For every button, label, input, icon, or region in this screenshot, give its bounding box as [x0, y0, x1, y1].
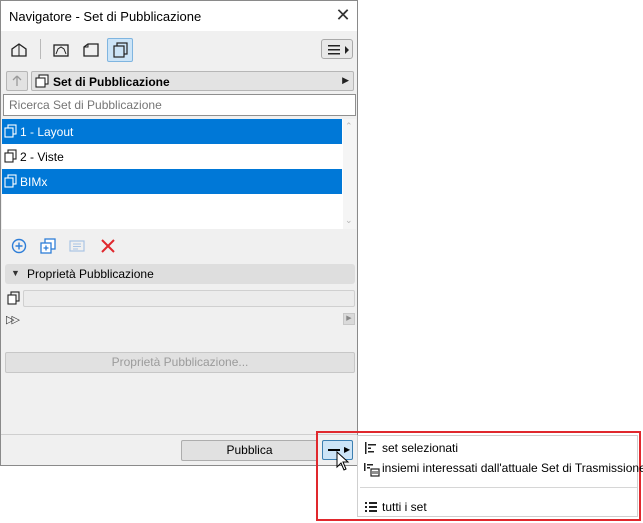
- publish-scope-menu: set selezionati insiemi interessati dall…: [357, 435, 643, 517]
- publisher-set-icon: [4, 149, 17, 163]
- fast-forward-icon: ▷▷: [6, 314, 20, 326]
- list-item-label: 1 - Layout: [20, 125, 74, 139]
- properties-icon: [69, 238, 87, 256]
- layout-book-icon[interactable]: [77, 38, 103, 62]
- publisher-set-icon: [4, 174, 17, 188]
- menu-separator: [360, 487, 637, 488]
- mouse-cursor-icon: [336, 451, 350, 471]
- list-item-label: BIMx: [20, 175, 48, 189]
- publisher-sets-list: 1 - Layout 2 - Viste BIMx ⌃ ⌄: [2, 119, 356, 229]
- properties-section-title: Proprietà Pubblicazione: [27, 267, 154, 281]
- set-name-field[interactable]: [23, 290, 355, 307]
- delete-icon[interactable]: [100, 238, 118, 256]
- all-sets-icon: [365, 502, 377, 512]
- menu-item-label: tutti i set: [382, 500, 427, 514]
- list-item-label: 2 - Viste: [20, 150, 64, 164]
- mode-dropdown[interactable]: Set di Pubblicazione ▶: [31, 71, 354, 91]
- view-map-icon[interactable]: [47, 38, 73, 62]
- hamburger-menu-icon: [328, 45, 349, 55]
- publishing-properties-button[interactable]: Proprietà Pubblicazione...: [5, 352, 355, 373]
- scroll-down-icon[interactable]: ⌄: [345, 215, 353, 226]
- toolbar-separator: [40, 39, 41, 59]
- transmission-sets-icon: [364, 463, 380, 477]
- list-scrollbar[interactable]: ⌃ ⌄: [343, 119, 356, 229]
- arrow-up-icon: [12, 75, 22, 86]
- menu-item-transmission-sets[interactable]: insiemi interessati dall'attuale Set di …: [362, 458, 643, 478]
- mode-label: Set di Pubblicazione: [53, 75, 170, 89]
- menu-item-label: insiemi interessati dall'attuale Set di …: [382, 461, 643, 475]
- scroll-up-icon[interactable]: ⌃: [345, 121, 353, 132]
- window-title: Navigatore - Set di Pubblicazione: [9, 9, 202, 24]
- collapse-arrow-icon[interactable]: ▼: [11, 268, 20, 278]
- add-icon[interactable]: [11, 238, 29, 256]
- search-input[interactable]: [3, 94, 356, 116]
- scroll-right-icon[interactable]: ▶: [343, 313, 355, 325]
- list-item[interactable]: 1 - Layout: [2, 119, 342, 144]
- list-item[interactable]: BIMx: [2, 169, 342, 194]
- list-item[interactable]: 2 - Viste: [2, 144, 342, 169]
- navigator-window: Navigatore - Set di Pubblicazione ✕ Set …: [0, 0, 358, 466]
- publisher-set-icon: [7, 291, 20, 305]
- selected-sets-icon: [365, 442, 376, 454]
- project-map-icon[interactable]: [5, 38, 31, 62]
- menu-item-selected-sets[interactable]: set selezionati: [362, 438, 636, 458]
- title-bar: Navigatore - Set di Pubblicazione ✕: [1, 1, 357, 31]
- publisher-set-icon: [4, 124, 17, 138]
- publisher-sets-icon: [35, 74, 49, 88]
- chevron-right-icon: ▶: [342, 75, 349, 85]
- duplicate-icon[interactable]: [40, 238, 58, 256]
- properties-section-header[interactable]: ▼ Proprietà Pubblicazione: [5, 264, 355, 284]
- divider: [1, 434, 357, 435]
- publish-button[interactable]: Pubblica: [181, 440, 318, 461]
- options-menu-button[interactable]: [321, 39, 353, 59]
- go-up-button[interactable]: [6, 71, 28, 91]
- publisher-sets-icon[interactable]: [107, 38, 133, 62]
- menu-item-all-sets[interactable]: tutti i set: [362, 497, 636, 517]
- close-icon[interactable]: ✕: [333, 5, 353, 25]
- menu-item-label: set selezionati: [382, 441, 459, 455]
